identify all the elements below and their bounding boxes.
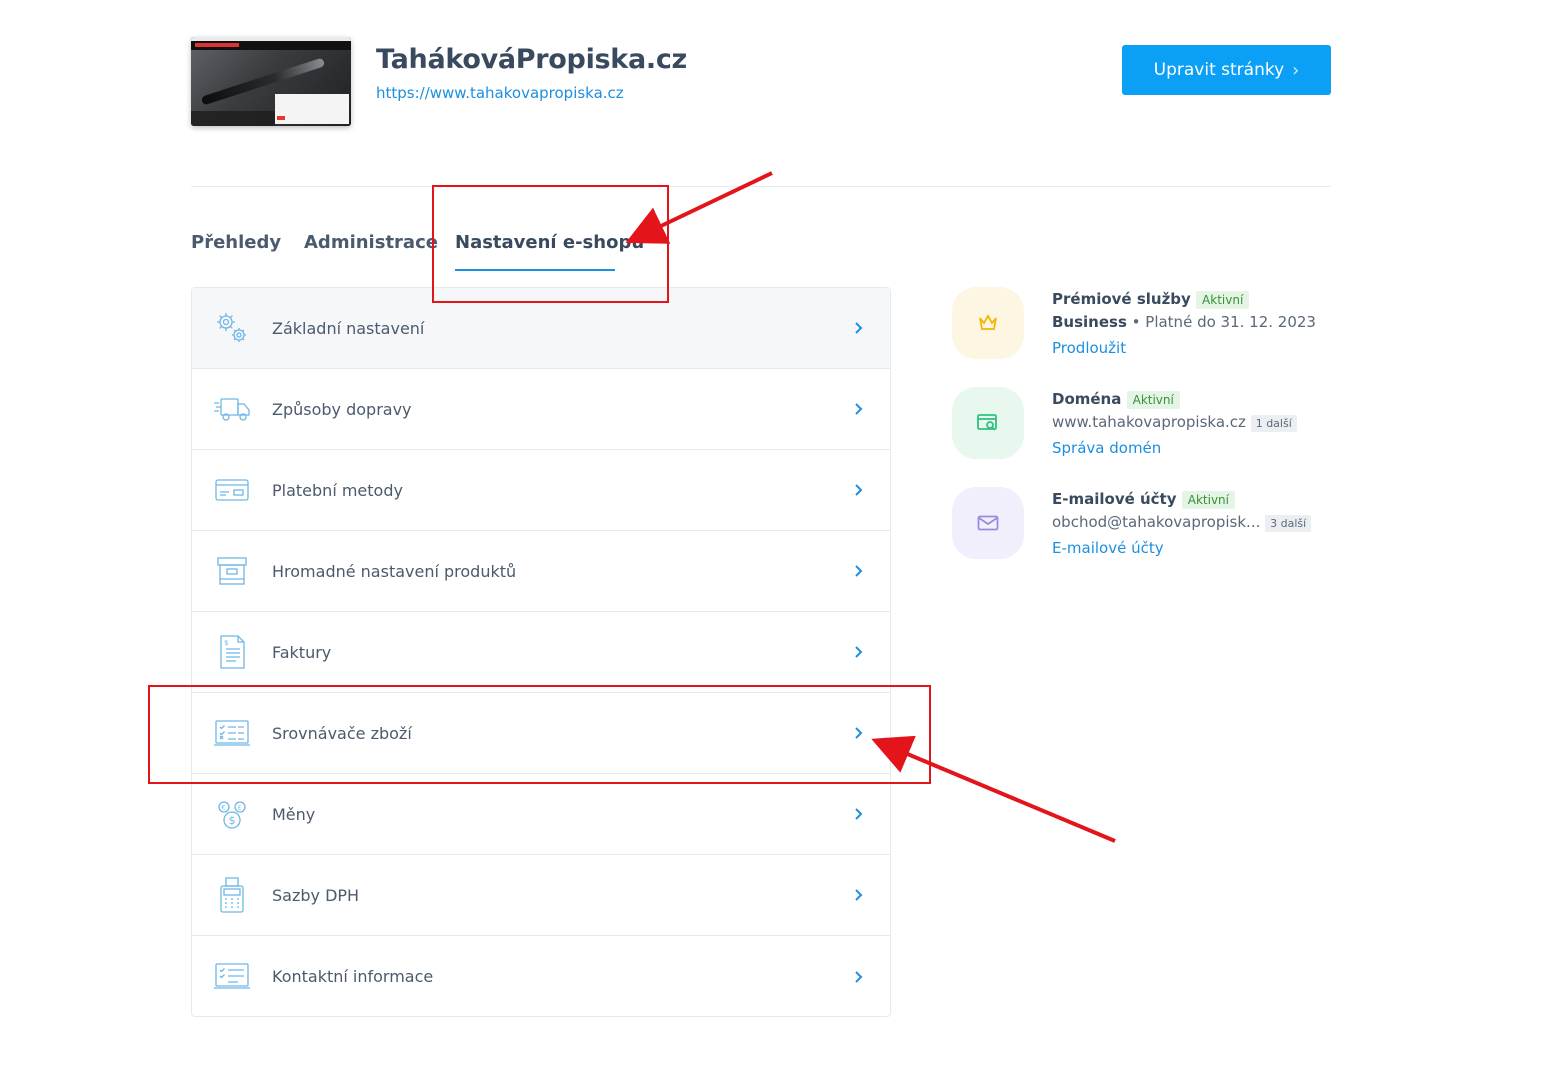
annotation-arrows: [625, 171, 1116, 843]
annotation-arrow-menu-item: [871, 735, 1116, 843]
annotation-arrow-tab: [625, 171, 773, 244]
